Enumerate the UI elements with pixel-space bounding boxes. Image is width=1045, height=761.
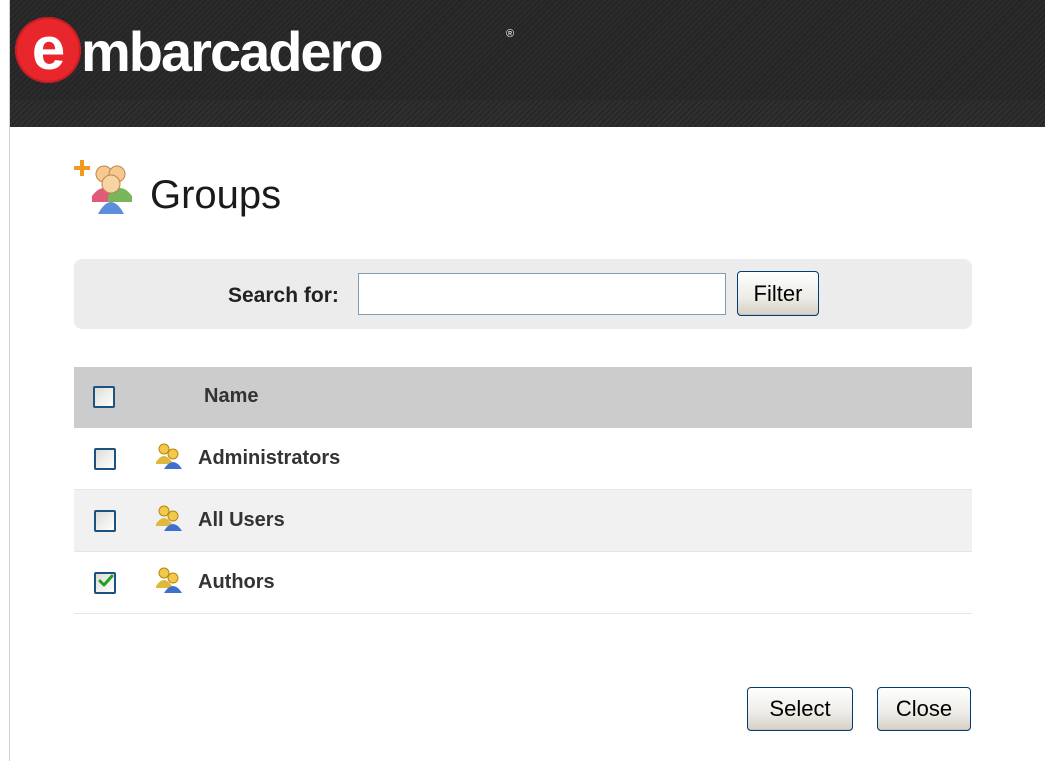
table-header: Name [74, 367, 972, 428]
add-group-icon [74, 160, 132, 214]
brand-header: e mbarcadero ® [10, 0, 1045, 127]
row-checkbox-checked[interactable] [94, 572, 116, 594]
logo-e-letter: e [31, 15, 65, 82]
table-row[interactable]: All Users [74, 490, 972, 552]
select-button[interactable]: Select [747, 687, 853, 731]
select-all-checkbox[interactable] [93, 386, 115, 408]
table-row[interactable]: Administrators [74, 428, 972, 490]
logo-wordmark: mbarcadero [81, 20, 384, 83]
user-group-icon [156, 567, 182, 593]
table-row[interactable]: Authors [74, 552, 972, 614]
page-title: Groups [150, 173, 282, 217]
check-icon [98, 574, 114, 587]
header-shade [10, 100, 1045, 127]
user-group-icon [156, 443, 182, 469]
row-checkbox[interactable] [94, 448, 116, 470]
row-checkbox[interactable] [94, 510, 116, 532]
search-label: Search for: [228, 284, 339, 307]
user-group-icon [156, 505, 182, 531]
group-name: Authors [198, 571, 275, 593]
logo-e-circle: e [15, 17, 81, 83]
logo-registered-mark: ® [506, 28, 515, 40]
groups-table: Name Administrators All Users Authors [74, 367, 972, 614]
close-button[interactable]: Close [877, 687, 971, 731]
column-header-name[interactable]: Name [204, 385, 258, 408]
search-input[interactable] [358, 273, 726, 315]
group-name: Administrators [198, 447, 341, 469]
filter-button[interactable]: Filter [737, 271, 819, 316]
group-name: All Users [198, 509, 285, 531]
